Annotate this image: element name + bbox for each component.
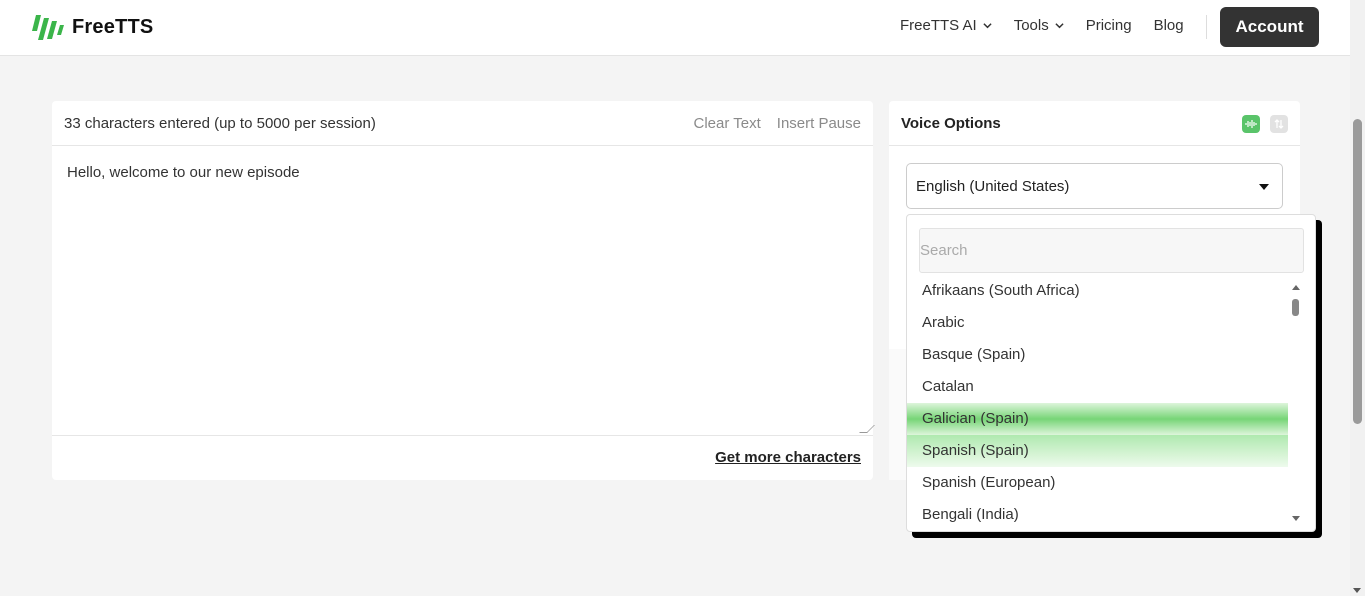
resize-handle[interactable]: [859, 425, 875, 433]
nav-label: Pricing: [1086, 17, 1132, 34]
editor-footer: Get more characters: [52, 436, 873, 479]
voice-options-title: Voice Options: [889, 101, 1300, 146]
text-input-area[interactable]: Hello, welcome to our new episode: [52, 146, 873, 436]
insert-pause-button[interactable]: Insert Pause: [777, 115, 861, 132]
nav-item-freetts-ai[interactable]: FreeTTS AI: [900, 17, 992, 34]
nav-item-tools[interactable]: Tools: [1014, 17, 1064, 34]
scroll-down-icon[interactable]: [1353, 588, 1361, 593]
nav-item-pricing[interactable]: Pricing: [1086, 17, 1132, 34]
page-scrollbar[interactable]: [1350, 0, 1365, 596]
chevron-down-icon: [1055, 21, 1064, 30]
brand-name: FreeTTS: [72, 16, 153, 39]
caret-down-icon: [1259, 184, 1269, 190]
get-more-characters-link[interactable]: Get more characters: [715, 449, 861, 466]
swap-icon[interactable]: [1270, 115, 1288, 133]
language-option[interactable]: Basque (Spain): [907, 339, 1288, 371]
scroll-down-icon[interactable]: [1292, 516, 1300, 521]
page-scroll-thumb[interactable]: [1353, 119, 1362, 424]
brand-logo[interactable]: FreeTTS: [32, 13, 153, 41]
language-dropdown: Afrikaans (South Africa) Arabic Basque (…: [906, 214, 1316, 532]
waveform-icon[interactable]: [1242, 115, 1260, 133]
nav-label: FreeTTS AI: [900, 17, 977, 34]
language-search-input[interactable]: [919, 228, 1304, 273]
main-nav: FreeTTS AI Tools Pricing Blog: [900, 17, 1206, 34]
language-option-highlighted[interactable]: Galician (Spain): [907, 403, 1288, 435]
language-option[interactable]: Bengali (India): [907, 499, 1288, 531]
voice-options-icons: [1242, 115, 1288, 133]
language-option[interactable]: Spanish (European): [907, 467, 1288, 499]
dropdown-scrollbar[interactable]: [1291, 285, 1301, 521]
language-option[interactable]: Spanish (Spain): [907, 435, 1288, 467]
language-option[interactable]: Afrikaans (South Africa): [907, 275, 1288, 307]
scroll-up-icon[interactable]: [1292, 285, 1300, 290]
language-list: Afrikaans (South Africa) Arabic Basque (…: [907, 275, 1288, 532]
nav-divider: [1206, 15, 1207, 39]
editor-toolbar: 33 characters entered (up to 5000 per se…: [52, 101, 873, 146]
language-select[interactable]: English (United States): [906, 163, 1283, 209]
clear-text-button[interactable]: Clear Text: [694, 115, 761, 132]
text-input-content: Hello, welcome to our new episode: [67, 164, 300, 181]
language-option[interactable]: Catalan: [907, 371, 1288, 403]
freetts-logo-icon: [32, 13, 66, 41]
character-count: 33 characters entered (up to 5000 per se…: [64, 115, 678, 132]
account-button[interactable]: Account: [1220, 7, 1319, 47]
nav-label: Tools: [1014, 17, 1049, 34]
nav-item-blog[interactable]: Blog: [1154, 17, 1184, 34]
nav-label: Blog: [1154, 17, 1184, 34]
language-option[interactable]: Arabic: [907, 307, 1288, 339]
scroll-thumb[interactable]: [1292, 299, 1299, 316]
selected-language: English (United States): [916, 178, 1069, 195]
top-header: FreeTTS FreeTTS AI Tools Pricing Blog Ac…: [0, 0, 1350, 56]
text-editor-card: 33 characters entered (up to 5000 per se…: [52, 101, 873, 480]
chevron-down-icon: [983, 21, 992, 30]
